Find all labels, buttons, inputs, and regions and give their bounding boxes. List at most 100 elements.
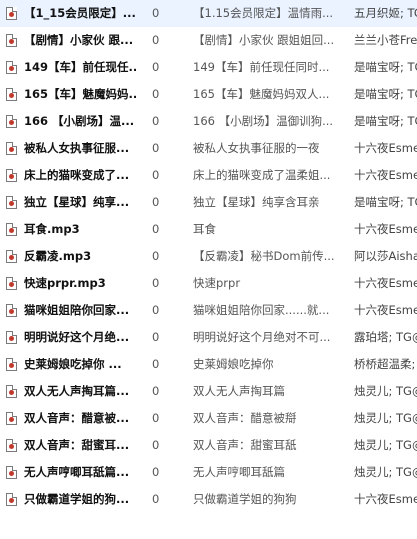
list-item[interactable]: 【剧情】小家伙 跟... 0 【剧情】小家伙 跟姐姐回... 兰兰小苍Fre — [0, 27, 417, 54]
audio-file-icon — [6, 297, 20, 324]
list-item[interactable]: 双人无人声掏耳篇... 0 双人无人声掏耳篇 烛灵儿; TG@ — [0, 378, 417, 405]
list-item[interactable]: 独立【星球】纯享... 0 独立【星球】纯享含耳亲 是喵宝呀; TG — [0, 189, 417, 216]
track-number: 0 — [152, 249, 160, 263]
track-album: 耳食 — [193, 222, 216, 236]
list-item[interactable]: 165【车】魅魔妈妈... 0 165【车】魅魔妈妈双人... 是喵宝呀; TG — [0, 81, 417, 108]
list-item[interactable]: 反霸凌.mp3 0 【反霸凌】秘书Dom前传... 阿以莎Aisha — [0, 243, 417, 270]
audio-file-icon — [6, 162, 20, 189]
list-item[interactable]: 【1_15会员限定】... 0 【1.15会员限定】温情雨... 五月织姬; TC — [0, 0, 417, 27]
track-artist: 十六夜Esme — [354, 492, 417, 506]
audio-file-icon — [6, 351, 20, 378]
audio-file-icon — [6, 54, 20, 81]
track-artist: 十六夜Esme — [354, 222, 417, 236]
audio-file-icon — [6, 459, 20, 486]
track-title: 明明说好这个月绝... — [24, 330, 130, 344]
track-number: 0 — [152, 87, 160, 101]
track-album: 166 【小剧场】温御训狗... — [193, 114, 334, 128]
track-number: 0 — [152, 411, 160, 425]
track-artist: 十六夜Esme — [354, 276, 417, 290]
list-item[interactable]: 149【车】前任现任... 0 149【车】前任现任同时... 是喵宝呀; TG — [0, 54, 417, 81]
track-album: 双人音声：醋意被搿 — [193, 411, 297, 425]
track-album: 165【车】魅魔妈妈双人... — [193, 87, 330, 101]
track-album: 双人无人声掏耳篇 — [193, 384, 285, 398]
track-title: 快速prpr.mp3 — [24, 276, 106, 290]
audio-file-icon — [6, 324, 20, 351]
track-number: 0 — [152, 141, 160, 155]
track-album: 史莱姆娘吃掉你 — [193, 357, 274, 371]
audio-file-icon — [6, 135, 20, 162]
track-number: 0 — [152, 384, 160, 398]
track-artist: 十六夜Esme — [354, 168, 417, 182]
track-title: 149【车】前任现任... — [24, 60, 136, 74]
track-title: 双人音声：甜蜜耳... — [24, 438, 130, 452]
track-title: 双人无人声掏耳篇... — [24, 384, 130, 398]
track-number: 0 — [152, 195, 160, 209]
track-title: 【1_15会员限定】... — [24, 6, 136, 20]
list-item[interactable]: 明明说好这个月绝... 0 明明说好这个月绝对不可... 露珀塔; TG@ — [0, 324, 417, 351]
track-number: 0 — [152, 330, 160, 344]
track-number: 0 — [152, 303, 160, 317]
list-item[interactable]: 耳食.mp3 0 耳食 十六夜Esme — [0, 216, 417, 243]
track-album: 明明说好这个月绝对不可... — [193, 330, 331, 344]
track-album: 【剧情】小家伙 跟姐姐回... — [193, 33, 335, 47]
track-number: 0 — [152, 6, 160, 20]
track-artist: 五月织姬; TC — [354, 6, 417, 20]
list-item[interactable]: 166 【小剧场】温... 0 166 【小剧场】温御训狗... 是喵宝呀; TG — [0, 108, 417, 135]
track-album: 猫咪姐姐陪你回家......就... — [193, 303, 330, 317]
audio-file-icon — [6, 108, 20, 135]
list-item[interactable]: 只做霸道学姐的狗... 0 只做霸道学姐的狗狗 十六夜Esme — [0, 486, 417, 513]
track-number: 0 — [152, 114, 160, 128]
track-number: 0 — [152, 60, 160, 74]
audio-file-icon — [6, 81, 20, 108]
list-item[interactable]: 快速prpr.mp3 0 快速prpr 十六夜Esme — [0, 270, 417, 297]
track-album: 149【车】前任现任同时... — [193, 60, 330, 74]
track-title: 独立【星球】纯享... — [24, 195, 130, 209]
track-number: 0 — [152, 357, 160, 371]
track-title: 史莱姆娘吃掉你 ... — [24, 357, 122, 371]
audio-file-icon — [6, 486, 20, 513]
track-title: 反霸凌.mp3 — [24, 249, 92, 263]
audio-file-icon — [6, 405, 20, 432]
track-album: 双人音声：甜蜜耳舐 — [193, 438, 297, 452]
track-album: 床上的猫咪变成了温柔姐... — [193, 168, 331, 182]
track-artist: 是喵宝呀; TG — [354, 60, 417, 74]
list-item[interactable]: 史莱姆娘吃掉你 ... 0 史莱姆娘吃掉你 桥桥超温柔; — [0, 351, 417, 378]
track-title: 耳食.mp3 — [24, 222, 80, 236]
track-artist: 烛灵儿; TG@ — [354, 411, 417, 425]
track-title: 床上的猫咪变成了... — [24, 168, 130, 182]
track-artist: 是喵宝呀; TG — [354, 114, 417, 128]
track-title: 无人声哼唧耳舐篇... — [24, 465, 130, 479]
track-artist: 十六夜Esme — [354, 141, 417, 155]
track-number: 0 — [152, 492, 160, 506]
track-artist: 露珀塔; TG@ — [354, 330, 417, 344]
track-number: 0 — [152, 222, 160, 236]
list-item[interactable]: 双人音声：甜蜜耳... 0 双人音声：甜蜜耳舐 烛灵儿; TG@ — [0, 432, 417, 459]
track-album: 【反霸凌】秘书Dom前传... — [193, 249, 335, 263]
list-item[interactable]: 猫咪姐姐陪你回家... 0 猫咪姐姐陪你回家......就... 十六夜Esme — [0, 297, 417, 324]
track-title: 166 【小剧场】温... — [24, 114, 135, 128]
list-item[interactable]: 双人音声：醋意被... 0 双人音声：醋意被搿 烛灵儿; TG@ — [0, 405, 417, 432]
audio-file-icon — [6, 432, 20, 459]
audio-file-icon — [6, 216, 20, 243]
track-title: 只做霸道学姐的狗... — [24, 492, 130, 506]
track-artist: 桥桥超温柔; — [354, 357, 416, 371]
track-artist: 烛灵儿; TG@ — [354, 465, 417, 479]
list-item[interactable]: 被私人女执事征服... 0 被私人女执事征服的一夜 十六夜Esme — [0, 135, 417, 162]
track-title: 被私人女执事征服... — [24, 141, 130, 155]
audio-file-icon — [6, 27, 20, 54]
track-artist: 是喵宝呀; TG — [354, 195, 417, 209]
track-number: 0 — [152, 33, 160, 47]
track-artist: 兰兰小苍Fre — [354, 33, 417, 47]
track-title: 165【车】魅魔妈妈... — [24, 87, 136, 101]
track-number: 0 — [152, 168, 160, 182]
track-artist: 十六夜Esme — [354, 303, 417, 317]
track-album: 快速prpr — [193, 276, 241, 290]
file-list: 【1_15会员限定】... 0 【1.15会员限定】温情雨... 五月织姬; TC 【剧… — [0, 0, 417, 513]
audio-file-icon — [6, 189, 20, 216]
list-item[interactable]: 无人声哼唧耳舐篇... 0 无人声哼唧耳舐篇 烛灵儿; TG@ — [0, 459, 417, 486]
list-item[interactable]: 床上的猫咪变成了... 0 床上的猫咪变成了温柔姐... 十六夜Esme — [0, 162, 417, 189]
audio-file-icon — [6, 378, 20, 405]
audio-file-icon — [6, 270, 20, 297]
track-title: 双人音声：醋意被... — [24, 411, 130, 425]
audio-file-icon — [6, 243, 20, 270]
